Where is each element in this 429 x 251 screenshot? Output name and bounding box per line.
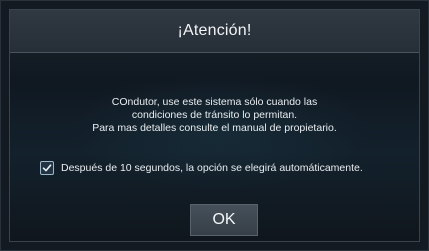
auto-select-checkbox[interactable] [40, 161, 54, 175]
auto-select-checkbox-row[interactable]: Después de 10 segundos, la opción se ele… [40, 161, 363, 175]
warning-dialog: ¡Atención! COndutor, use este sistema só… [0, 0, 429, 251]
dialog-title: ¡Atención! [177, 22, 252, 39]
message-line-3: Para mas detalles consulte el manual de … [92, 122, 337, 134]
message-line-1: COndutor, use este sistema sólo cuando l… [111, 96, 318, 108]
message-line-2: condiciones de tránsito lo permitan. [131, 109, 298, 121]
dialog-title-bar: ¡Atención! [10, 10, 419, 53]
dialog-panel: ¡Atención! COndutor, use este sistema só… [9, 9, 420, 242]
ok-button[interactable]: OK [190, 204, 258, 236]
checkmark-icon [42, 164, 52, 172]
auto-select-label: Después de 10 segundos, la opción se ele… [61, 162, 363, 174]
dialog-message: COndutor, use este sistema sólo cuando l… [10, 96, 419, 135]
